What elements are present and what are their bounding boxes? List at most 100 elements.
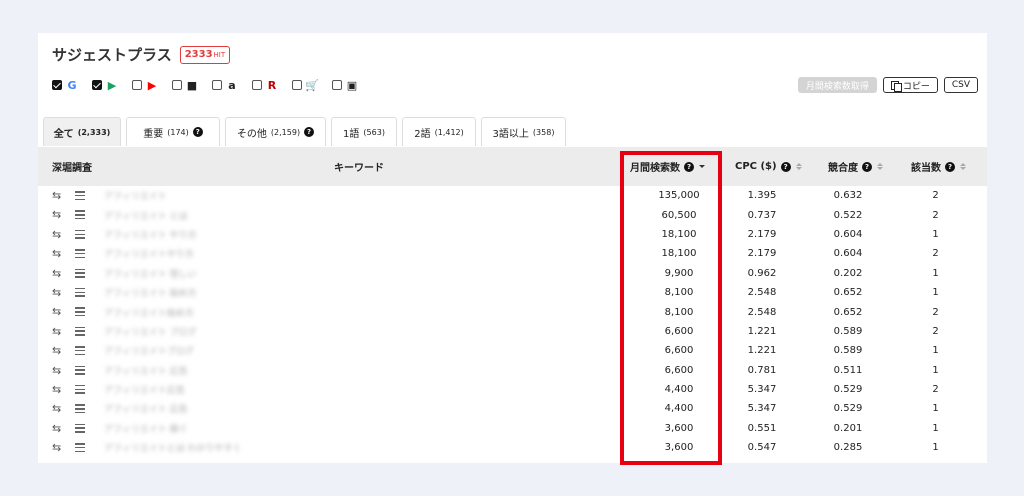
list-icon[interactable] (75, 326, 85, 337)
list-icon[interactable] (75, 345, 85, 356)
source-checkbox[interactable] (252, 80, 262, 90)
keyword-cell[interactable]: アフィリエイト ブログ (104, 322, 197, 341)
list-icon[interactable] (75, 268, 85, 279)
sort-icon[interactable] (960, 163, 966, 170)
tab-label: 3語以上 (492, 128, 529, 140)
source-checkbox[interactable] (52, 80, 62, 90)
column-competition[interactable]: 競合度? (828, 147, 883, 186)
cpc-cell: 5.347 (747, 384, 777, 396)
tab-count: (174) (167, 127, 189, 137)
keyword-cell[interactable]: アフィリエイトやり方 (104, 244, 194, 263)
keyword-cell[interactable]: アフィリエイト 怪しい (104, 264, 197, 283)
column-monthly-volume-label: 月間検索数 (630, 163, 680, 174)
source-filter-google-play[interactable]: ▶ (92, 79, 119, 92)
source-filter-amazon[interactable]: a (212, 79, 239, 92)
deep-dive-icon[interactable]: ⇆ (52, 248, 66, 259)
help-icon[interactable]: ? (780, 161, 791, 172)
page-title: サジェストプラス (52, 46, 172, 64)
sort-icon[interactable] (877, 163, 883, 170)
table-row: ⇆ アフィリエイト 広告 4,400 5.347 0.529 1 (38, 399, 987, 418)
source-checkbox[interactable] (172, 80, 182, 90)
list-icon[interactable] (75, 248, 85, 259)
keyword-cell[interactable]: アフィリエイトとは わかりやすく (104, 438, 242, 457)
tab-0[interactable]: 全て (2,333) (43, 117, 121, 146)
column-keyword: キーワード (334, 163, 384, 174)
deep-dive-icon[interactable]: ⇆ (52, 326, 66, 337)
csv-button[interactable]: CSV (943, 77, 978, 93)
suggest-plus-panel: サジェストプラス 2333HIT G ▶ ▶ ■ a R 🛒 ▣ 月間検索数取得 コピー CS… (38, 33, 987, 463)
list-icon[interactable] (75, 403, 85, 414)
column-cpc[interactable]: CPC ($)? (735, 147, 802, 186)
cpc-cell: 0.962 (747, 267, 777, 279)
competition-cell: 0.529 (833, 403, 863, 415)
deep-dive-icon[interactable]: ⇆ (52, 306, 66, 317)
deep-dive-icon[interactable]: ⇆ (52, 365, 66, 376)
tab-3[interactable]: 1語 (563) (331, 117, 397, 146)
source-checkbox[interactable] (92, 80, 102, 90)
list-icon[interactable] (75, 209, 85, 220)
column-matches-label: 該当数 (911, 163, 941, 174)
tab-4[interactable]: 2語 (1,412) (402, 117, 476, 146)
keyword-cell[interactable]: アフィリエイト とは (104, 205, 188, 224)
keyword-cell[interactable]: アフィリエイト (104, 186, 167, 205)
sort-desc-icon[interactable] (699, 165, 705, 168)
deep-dive-icon[interactable]: ⇆ (52, 190, 66, 201)
matches-cell: 2 (932, 248, 939, 260)
source-filter-video[interactable]: ■ (172, 78, 199, 92)
keyword-cell[interactable]: アフィリエイト広告 (104, 380, 185, 399)
help-icon[interactable]: ? (304, 127, 315, 137)
source-filter-image[interactable]: ▣ (332, 79, 359, 92)
copy-button[interactable]: コピー (882, 77, 938, 93)
source-checkbox[interactable] (332, 80, 342, 90)
deep-dive-icon[interactable]: ⇆ (52, 268, 66, 279)
source-checkbox[interactable] (292, 80, 302, 90)
keyword-cell[interactable]: アフィリエイトブログ (104, 341, 194, 360)
source-filter-google[interactable]: G (52, 79, 79, 92)
table-row: ⇆ アフィリエイトやり方 18,100 2.179 0.604 2 (38, 244, 987, 263)
help-icon[interactable]: ? (684, 161, 694, 172)
cpc-cell: 1.221 (747, 325, 777, 337)
keyword-cell[interactable]: アフィリエイト 広告 (104, 361, 188, 380)
keyword-cell[interactable]: アフィリエイト始め方 (104, 302, 194, 321)
list-icon[interactable] (75, 306, 85, 317)
source-filter-youtube[interactable]: ▶ (132, 79, 159, 92)
deep-dive-icon[interactable]: ⇆ (52, 403, 66, 414)
volume-cell: 3,600 (664, 442, 694, 454)
help-icon[interactable]: ? (192, 127, 203, 137)
list-icon[interactable] (75, 423, 85, 434)
deep-dive-icon[interactable]: ⇆ (52, 442, 66, 453)
title-row: サジェストプラス 2333HIT (52, 44, 231, 65)
keyword-cell[interactable]: アフィリエイト 始め方 (104, 283, 197, 302)
source-filter-rakuten[interactable]: R (252, 79, 279, 92)
column-matches[interactable]: 該当数? (911, 147, 966, 186)
fetch-volume-button[interactable]: 月間検索数取得 (797, 77, 877, 93)
keyword-cell[interactable]: アフィリエイト やり方 (104, 225, 197, 244)
help-icon[interactable]: ? (862, 161, 872, 172)
column-competition-label: 競合度 (828, 163, 858, 174)
source-filter-shopping-cart[interactable]: 🛒 (292, 79, 319, 92)
tab-5[interactable]: 3語以上 (358) (481, 117, 566, 146)
list-icon[interactable] (75, 229, 85, 240)
deep-dive-icon[interactable]: ⇆ (52, 229, 66, 240)
deep-dive-icon[interactable]: ⇆ (52, 423, 66, 434)
list-icon[interactable] (75, 365, 85, 376)
list-icon[interactable] (75, 442, 85, 453)
deep-dive-icon[interactable]: ⇆ (52, 209, 66, 220)
deep-dive-icon[interactable]: ⇆ (52, 287, 66, 298)
keyword-cell[interactable]: アフィリエイト 広告 (104, 399, 188, 418)
help-icon[interactable]: ? (945, 161, 955, 172)
list-icon[interactable] (75, 190, 85, 201)
volume-cell: 18,100 (661, 228, 697, 240)
keyword-cell[interactable]: アフィリエイト 稼ぐ (104, 419, 188, 438)
deep-dive-icon[interactable]: ⇆ (52, 345, 66, 356)
column-monthly-volume[interactable]: 月間検索数? (630, 147, 705, 186)
video-icon: ■ (186, 78, 198, 92)
list-icon[interactable] (75, 287, 85, 298)
tab-2[interactable]: その他 (2,159)? (225, 117, 326, 146)
sort-icon[interactable] (795, 163, 802, 170)
list-icon[interactable] (75, 384, 85, 395)
source-checkbox[interactable] (132, 80, 142, 90)
deep-dive-icon[interactable]: ⇆ (52, 384, 66, 395)
tab-1[interactable]: 重要 (174)? (126, 117, 220, 146)
source-checkbox[interactable] (212, 80, 222, 90)
